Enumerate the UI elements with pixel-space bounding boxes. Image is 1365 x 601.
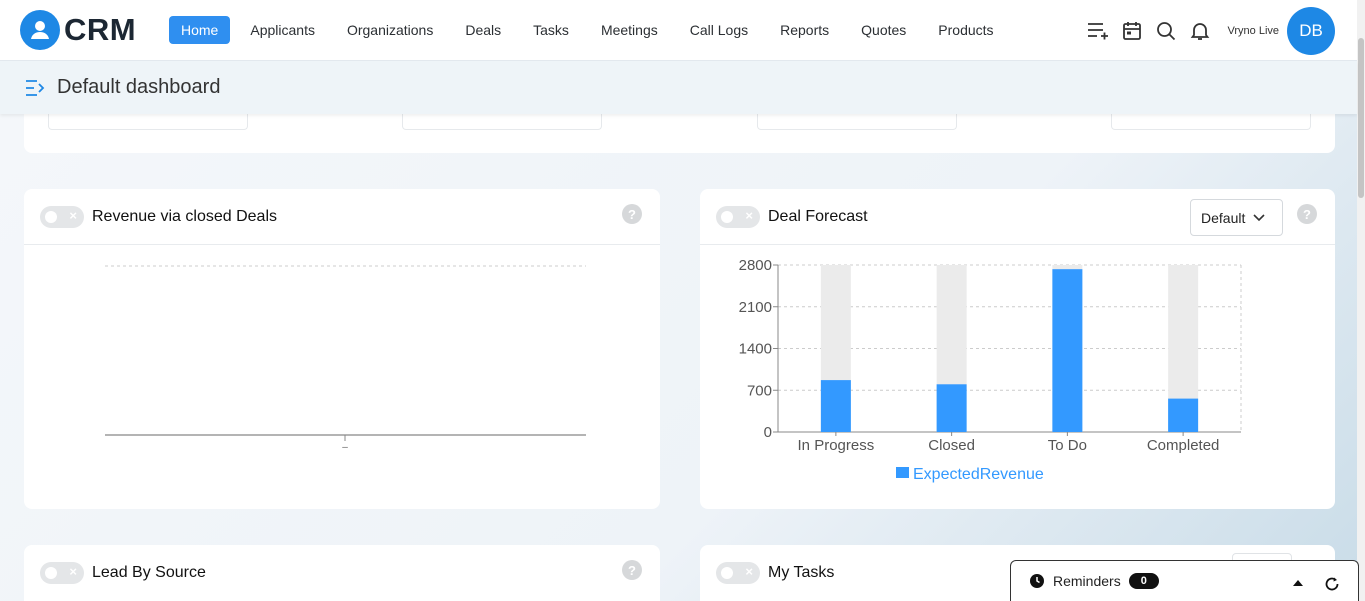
top-navigation-bar: CRM Home Applicants Organizations Deals …	[0, 0, 1357, 61]
nav-item-deals[interactable]: Deals	[453, 16, 513, 44]
help-icon[interactable]: ?	[622, 560, 642, 580]
x-tick-label: –	[342, 442, 348, 453]
nav-item-quotes[interactable]: Quotes	[849, 16, 918, 44]
revenue-closed-deals-widget: × Revenue via closed Deals ? –	[24, 189, 660, 509]
refresh-icon[interactable]	[1324, 576, 1340, 592]
forecast-select[interactable]: Default	[1190, 199, 1283, 236]
dashboard-header: Default dashboard	[0, 61, 1357, 114]
chevron-down-icon	[1253, 213, 1265, 221]
legend-label: ExpectedRevenue	[913, 466, 1044, 483]
bar	[936, 384, 967, 432]
page-title: Default dashboard	[57, 76, 221, 98]
main-nav: Home Applicants Organizations Deals Task…	[169, 16, 1014, 44]
nav-item-home[interactable]: Home	[169, 16, 231, 44]
instance-name[interactable]: Vryno Live	[1227, 25, 1279, 37]
widget-toggle[interactable]: ×	[716, 562, 760, 584]
user-logo-icon	[20, 10, 60, 50]
x-tick-label: Completed	[1147, 437, 1220, 454]
legend-swatch	[896, 467, 909, 478]
y-tick-label: 0	[764, 424, 772, 441]
reminders-count-badge: 0	[1128, 573, 1159, 589]
nav-item-tasks[interactable]: Tasks	[521, 16, 581, 44]
widget-title: My Tasks	[768, 564, 835, 581]
help-icon[interactable]: ?	[622, 204, 642, 224]
caret-up-icon[interactable]	[1293, 579, 1303, 587]
y-tick-label: 2800	[739, 257, 772, 274]
x-tick-label: Closed	[928, 437, 975, 454]
bell-icon[interactable]	[1183, 16, 1217, 46]
widget-header: × Deal Forecast Default ?	[700, 189, 1335, 245]
page-scrollbar[interactable]	[1357, 0, 1365, 601]
widget-title: Deal Forecast	[768, 207, 868, 225]
calendar-icon[interactable]	[1115, 16, 1149, 46]
deal-forecast-widget: × Deal Forecast Default ? 0 700 1400 2100 28…	[700, 189, 1335, 509]
x-tick-label: In Progress	[798, 437, 875, 454]
clock-icon	[1030, 574, 1044, 588]
lead-by-source-widget: × Lead By Source ?	[24, 545, 660, 601]
widget-header: × Revenue via closed Deals ?	[24, 189, 660, 245]
bar	[1168, 398, 1199, 432]
y-tick-label: 700	[747, 382, 772, 399]
scrollbar-thumb[interactable]	[1358, 38, 1364, 198]
y-tick-label: 1400	[739, 341, 772, 358]
nav-item-reports[interactable]: Reports	[768, 16, 841, 44]
select-value: Default	[1201, 209, 1246, 226]
widget-title: Revenue via closed Deals	[92, 207, 277, 225]
x-tick-label: To Do	[1048, 437, 1087, 454]
widget-header: × Lead By Source ?	[24, 545, 660, 601]
revenue-empty-chart: –	[105, 265, 586, 453]
deal-forecast-chart: 0 700 1400 2100 2800 In Progress Closed To Do Co…	[739, 257, 1242, 483]
nav-item-products[interactable]: Products	[926, 16, 1005, 44]
avatar[interactable]: DB	[1287, 6, 1335, 55]
bar	[1052, 269, 1083, 432]
add-list-icon[interactable]	[1081, 16, 1115, 46]
logo-text: CRM	[64, 12, 137, 47]
reminders-label: Reminders	[1053, 573, 1121, 589]
nav-item-meetings[interactable]: Meetings	[589, 16, 670, 44]
y-tick-label: 2100	[739, 299, 772, 316]
search-icon[interactable]	[1149, 16, 1183, 46]
widget-title: Lead By Source	[92, 564, 206, 581]
nav-item-applicants[interactable]: Applicants	[238, 16, 327, 44]
top-right-actions: Vryno Live DB	[1081, 0, 1335, 61]
app-logo[interactable]: CRM	[20, 10, 165, 50]
widget-toggle[interactable]: ×	[716, 205, 760, 228]
reminders-panel[interactable]: Reminders 0	[1010, 560, 1359, 601]
widget-toggle[interactable]: ×	[40, 205, 84, 228]
sidebar-toggle-icon[interactable]	[25, 79, 47, 97]
widget-toggle[interactable]: ×	[40, 562, 84, 584]
nav-item-call-logs[interactable]: Call Logs	[678, 16, 760, 44]
nav-item-organizations[interactable]: Organizations	[335, 16, 445, 44]
bar	[820, 380, 851, 432]
help-icon[interactable]: ?	[1297, 204, 1317, 224]
